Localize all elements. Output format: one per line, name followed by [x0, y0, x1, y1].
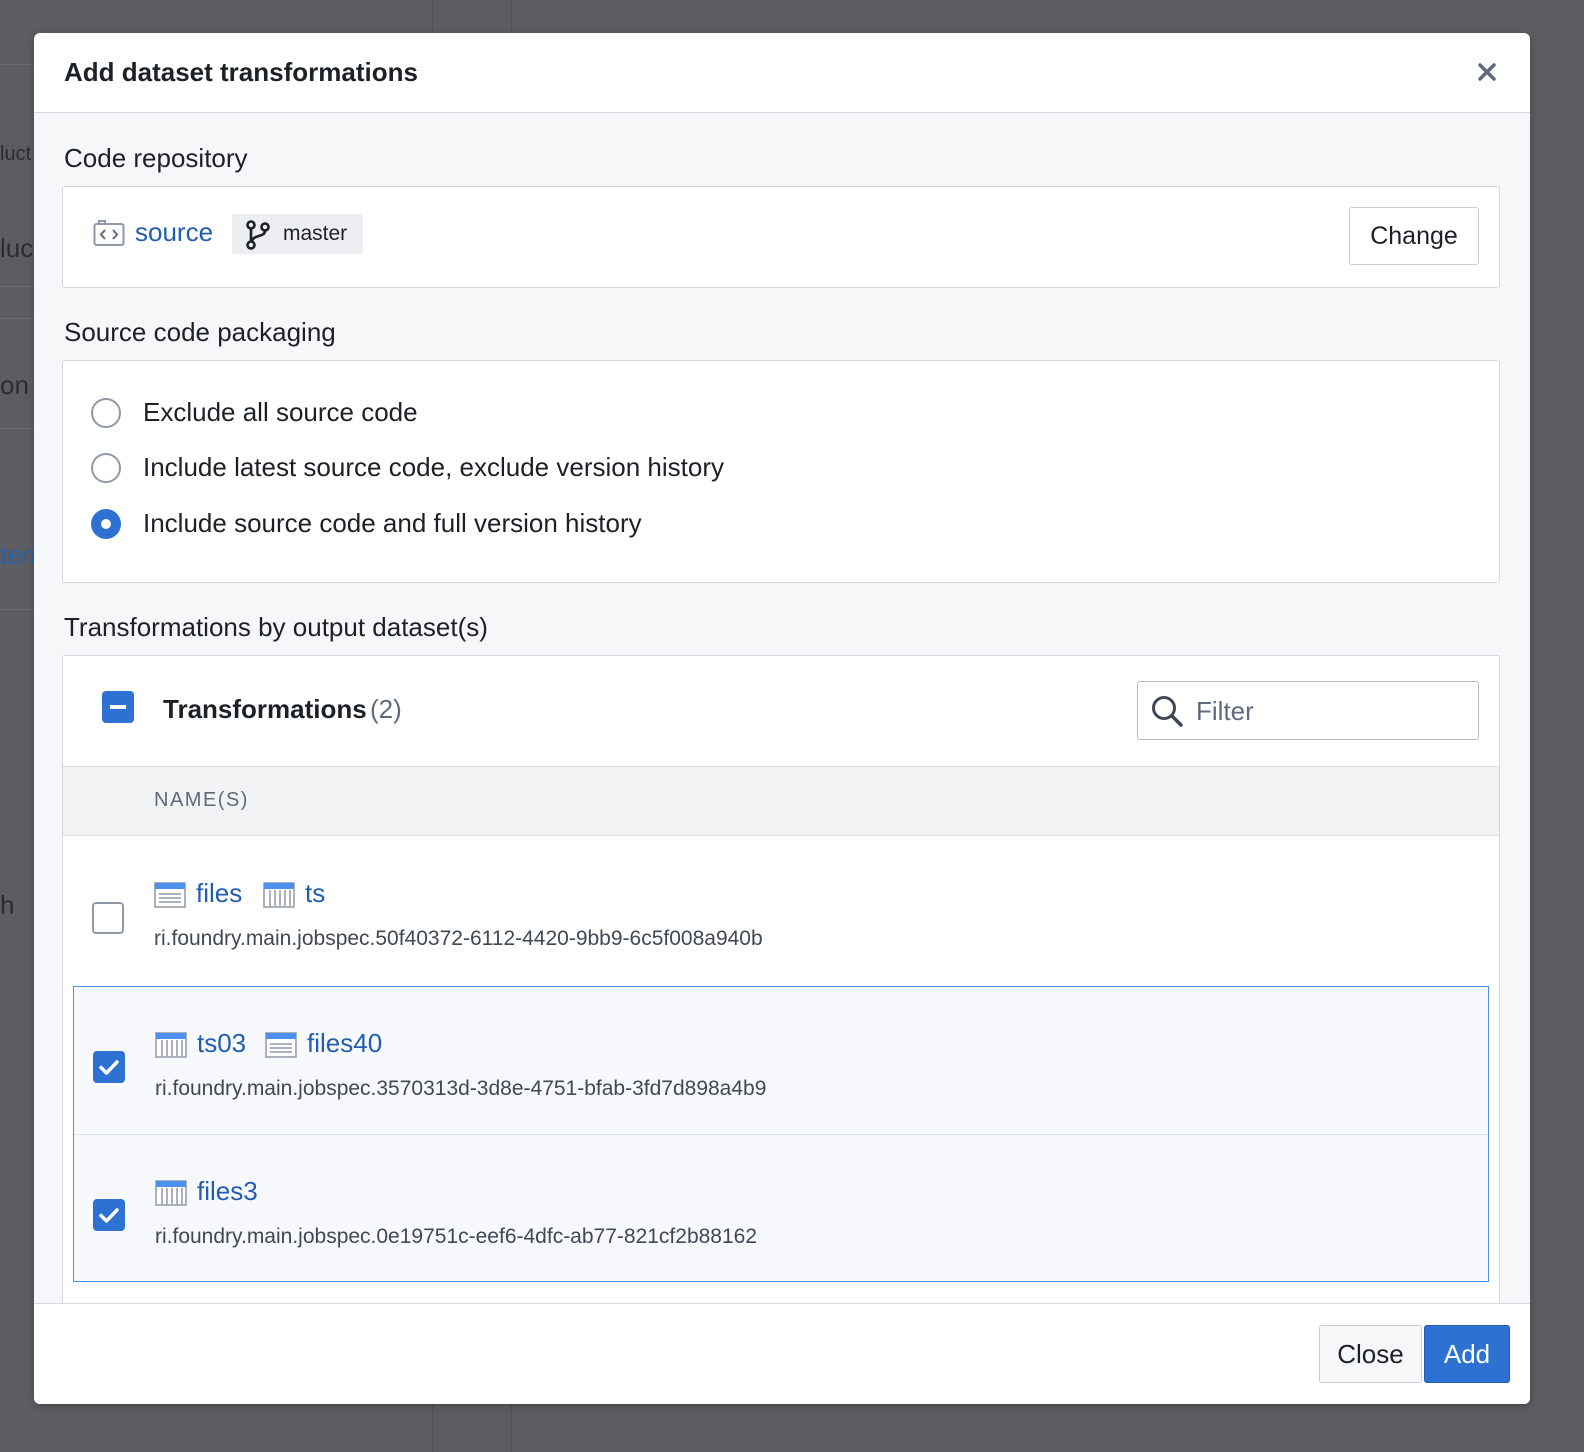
source-code-packaging-label: Source code packaging: [64, 317, 336, 347]
radio-button[interactable]: [91, 398, 121, 428]
transformations-section-label: Transformations by output dataset(s): [64, 612, 488, 642]
names-column-header: NAME(S): [154, 789, 249, 811]
background-divider: [0, 286, 34, 287]
table-icon: [265, 1032, 297, 1058]
columns-table-icon: [263, 882, 295, 908]
add-button[interactable]: Add: [1424, 1325, 1510, 1383]
radio-button[interactable]: [91, 453, 121, 483]
row-checkbox-checked[interactable]: [93, 1051, 125, 1083]
change-repository-button[interactable]: Change: [1349, 207, 1479, 265]
table-column-header: NAME(S): [63, 766, 1499, 836]
git-branch-icon: [244, 220, 272, 250]
close-icon[interactable]: [1470, 55, 1504, 89]
transformation-row[interactable]: files ts ri.foundry.main.jobspec.50f4037…: [63, 835, 1499, 984]
background-divider: [0, 318, 34, 319]
transformation-row[interactable]: ts03 files40 ri.foundry.main.jobspec.357…: [64, 987, 1498, 1136]
background-divider: [0, 428, 34, 429]
radio-label: Include latest source code, exclude vers…: [143, 452, 724, 482]
transformation-row[interactable]: files3 ri.foundry.main.jobspec.0e19751c-…: [64, 1135, 1498, 1284]
jobspec-rid: ri.foundry.main.jobspec.0e19751c-eef6-4d…: [155, 1225, 758, 1248]
dialog-body: Code repository source master Change Sou…: [34, 113, 1530, 1304]
dialog-footer: Close Add: [34, 1303, 1530, 1404]
checkmark-icon: [99, 1208, 119, 1223]
columns-table-icon: [155, 1032, 187, 1058]
code-repository-panel: source master Change: [62, 186, 1500, 288]
background-text: ten: [0, 540, 34, 570]
table-icon: [154, 882, 186, 908]
background-text: luct: [0, 143, 32, 165]
branch-name: master: [283, 222, 348, 245]
code-repository-label: Code repository: [64, 143, 248, 173]
radio-label: Include source code and full version his…: [143, 508, 642, 538]
filter-input[interactable]: [1194, 692, 1468, 730]
jobspec-rid: ri.foundry.main.jobspec.3570313d-3d8e-47…: [155, 1077, 767, 1100]
background-text: luc: [0, 233, 34, 263]
code-repository-icon: [93, 219, 125, 247]
dialog-header: Add dataset transformations: [34, 33, 1530, 113]
row-checkbox[interactable]: [92, 902, 124, 934]
search-icon: [1150, 694, 1184, 728]
dataset-link[interactable]: files40: [307, 1028, 382, 1059]
dataset-link[interactable]: files3: [197, 1176, 258, 1207]
dataset-link[interactable]: ts03: [197, 1028, 246, 1059]
radio-label: Exclude all source code: [143, 397, 418, 427]
repository-link[interactable]: source: [135, 217, 213, 248]
transformations-count: (2): [370, 694, 402, 724]
dataset-link[interactable]: ts: [305, 878, 325, 909]
source-code-packaging-panel: Exclude all source code Include latest s…: [62, 360, 1500, 583]
transformations-title: Transformations: [163, 694, 367, 724]
selected-rows-group: ts03 files40 ri.foundry.main.jobspec.357…: [73, 986, 1489, 1282]
select-all-checkbox[interactable]: [102, 691, 134, 723]
close-button[interactable]: Close: [1319, 1325, 1422, 1383]
jobspec-rid: ri.foundry.main.jobspec.50f40372-6112-44…: [154, 927, 763, 950]
checkmark-icon: [99, 1060, 119, 1075]
add-dataset-transformations-dialog: Add dataset transformations Code reposit…: [34, 33, 1530, 1404]
transformations-panel: Transformations (2) NAME(S): [62, 655, 1500, 1304]
filter-field[interactable]: [1137, 681, 1479, 740]
background-divider: [0, 64, 34, 65]
radio-button-selected[interactable]: [91, 509, 121, 539]
transformations-header: Transformations (2): [63, 656, 1499, 766]
background-text: on: [0, 370, 29, 400]
branch-tag: master: [232, 214, 363, 254]
background-text: h: [0, 890, 15, 920]
background-divider: [0, 609, 34, 610]
dataset-link[interactable]: files: [196, 878, 242, 909]
row-checkbox-checked[interactable]: [93, 1199, 125, 1231]
columns-table-icon: [155, 1180, 187, 1206]
dialog-title: Add dataset transformations: [64, 57, 418, 87]
